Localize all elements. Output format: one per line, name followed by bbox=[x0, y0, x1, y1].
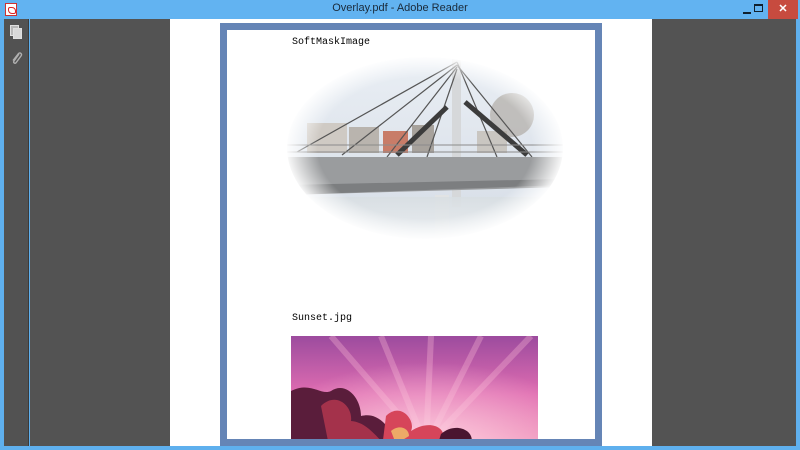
close-button[interactable]: ✕ bbox=[768, 0, 798, 19]
document-viewer[interactable]: SoftMaskImage Sunset.jpg bbox=[30, 19, 796, 446]
softmask-label: SoftMaskImage bbox=[292, 37, 371, 48]
pdf-page: SoftMaskImage Sunset.jpg bbox=[170, 19, 652, 446]
page-thumbnail-front bbox=[13, 28, 22, 39]
softmask-bridge-image bbox=[287, 57, 563, 239]
pages-icon[interactable] bbox=[10, 25, 23, 40]
page-border-frame: SoftMaskImage Sunset.jpg bbox=[220, 23, 602, 446]
window-title: Overlay.pdf - Adobe Reader bbox=[332, 2, 468, 14]
window-border-right bbox=[796, 19, 800, 450]
sunset-image bbox=[291, 336, 538, 439]
page-content: SoftMaskImage Sunset.jpg bbox=[227, 30, 595, 439]
sunset-label: Sunset.jpg bbox=[292, 313, 353, 324]
maximize-icon bbox=[754, 4, 763, 12]
maximize-button[interactable] bbox=[748, 0, 769, 19]
navigation-pane bbox=[4, 19, 29, 446]
paperclip-icon[interactable] bbox=[10, 51, 23, 66]
window-border-bottom bbox=[0, 446, 800, 450]
title-bar: Overlay.pdf - Adobe Reader ✕ bbox=[0, 0, 800, 19]
